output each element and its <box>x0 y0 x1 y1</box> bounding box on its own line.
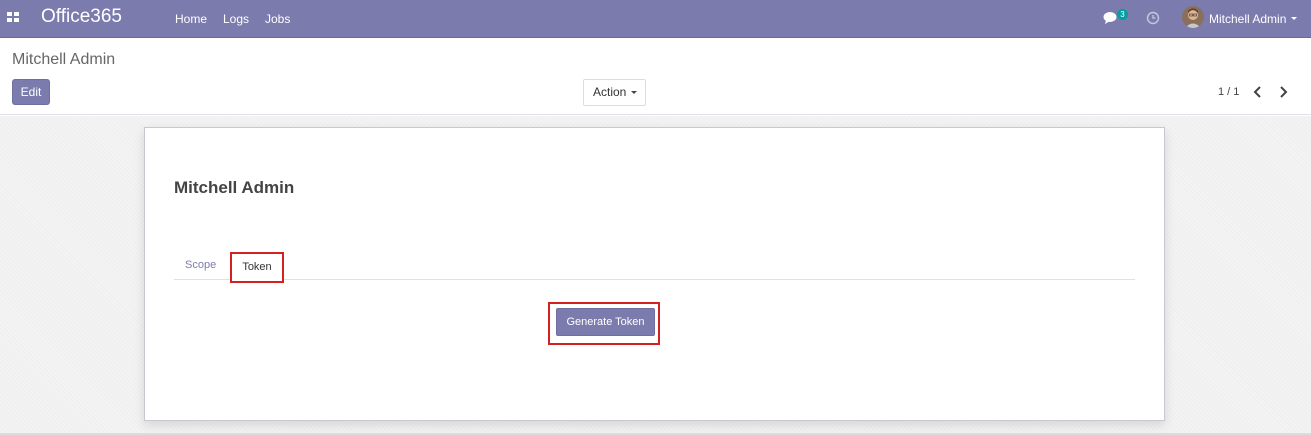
pager-value[interactable]: 1 / 1 <box>1218 86 1239 98</box>
menu-item-home[interactable]: Home <box>175 12 207 26</box>
tab-scope[interactable]: Scope <box>185 252 216 280</box>
record-title: Mitchell Admin <box>174 178 295 197</box>
clock-icon[interactable] <box>1146 11 1160 25</box>
app-brand[interactable]: Office365 <box>41 6 122 28</box>
chat-badge: 3 <box>1117 9 1128 20</box>
caret-down-icon <box>631 91 637 94</box>
tab-token[interactable]: Token <box>230 252 284 283</box>
notebook-tabs: Scope Token <box>174 252 1135 283</box>
form-sheet: Mitchell Admin Scope Token Generate Toke… <box>144 127 1165 421</box>
breadcrumb: Mitchell Admin <box>12 51 116 68</box>
top-navbar: Office365 Home Logs Jobs 3 Mitchell Admi… <box>0 0 1311 38</box>
generate-token-button[interactable]: Generate Token <box>556 308 655 336</box>
control-panel: Mitchell Admin Edit Action 1 / 1 <box>0 38 1311 115</box>
menu-item-jobs[interactable]: Jobs <box>265 12 290 26</box>
chevron-down-icon[interactable] <box>1291 17 1297 20</box>
edit-button[interactable]: Edit <box>12 79 50 105</box>
user-avatar[interactable] <box>1182 6 1204 28</box>
chevron-right-icon[interactable] <box>1276 83 1290 101</box>
menu-item-logs[interactable]: Logs <box>223 12 249 26</box>
generate-token-highlight: Generate Token <box>548 302 660 345</box>
action-dropdown-button[interactable]: Action <box>583 79 646 106</box>
chevron-left-icon[interactable] <box>1251 83 1265 101</box>
grid-apps-icon[interactable] <box>7 12 19 24</box>
action-label: Action <box>593 85 627 99</box>
user-menu-name[interactable]: Mitchell Admin <box>1209 12 1286 26</box>
